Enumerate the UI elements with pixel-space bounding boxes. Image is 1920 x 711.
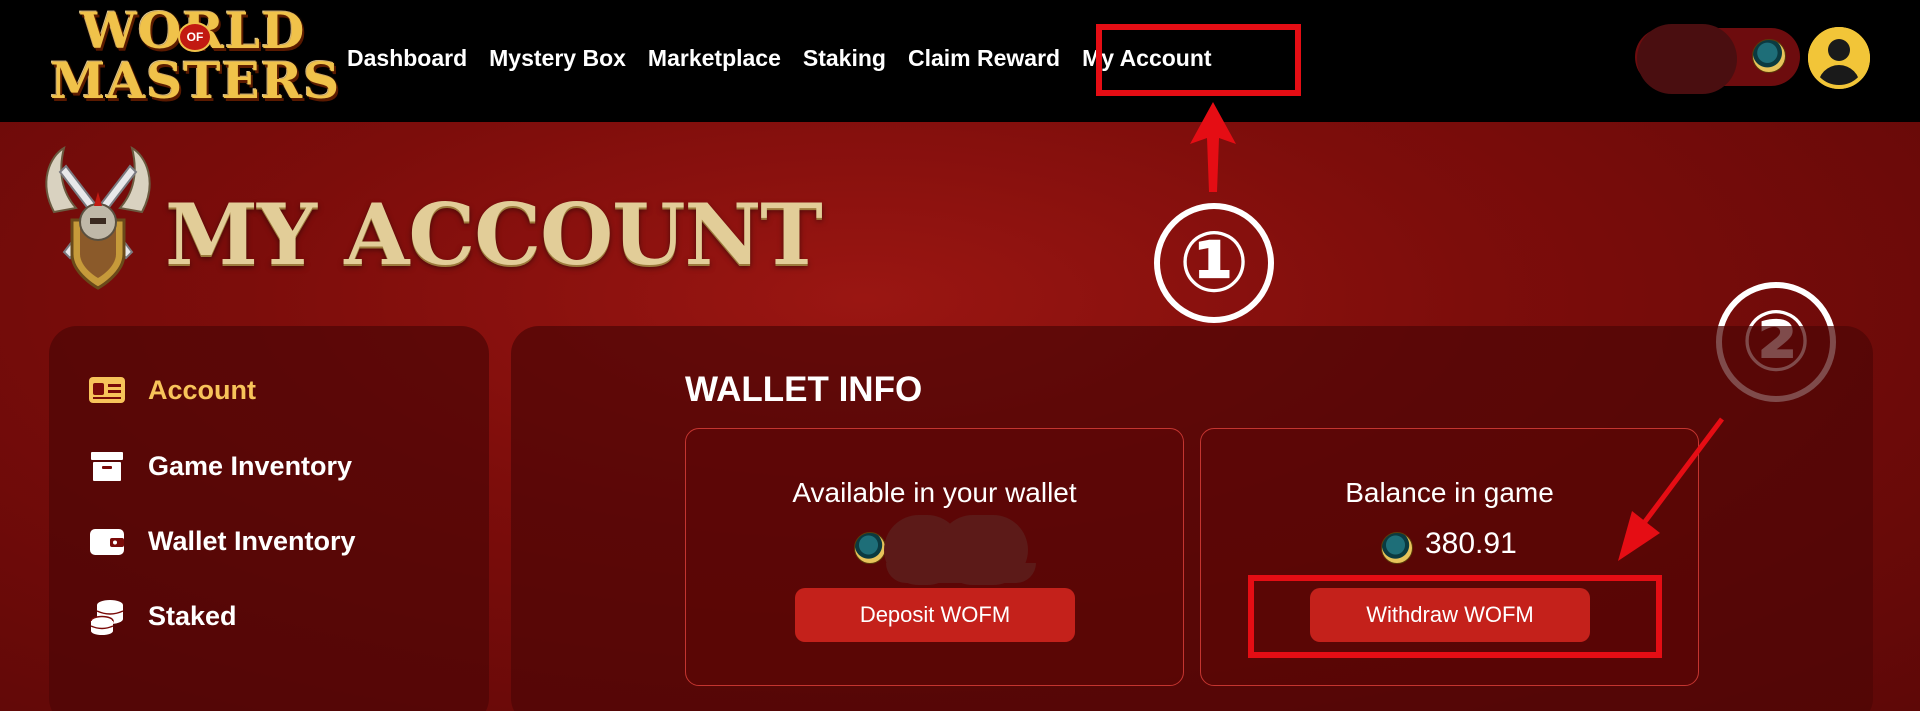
logo-line-masters: MASTERS [50, 51, 341, 110]
coin-stack-icon [90, 600, 124, 635]
sidebar-item-wallet-inventory[interactable]: Wallet Inventory [88, 522, 356, 560]
sidebar-item-staked[interactable]: Staked [88, 597, 237, 635]
page-title: MY ACCOUNT [165, 185, 823, 284]
header-wallet-redacted [1637, 24, 1737, 94]
wallet-available-card: Available in your wallet Deposit WOFM [685, 428, 1184, 686]
nav-dashboard[interactable]: Dashboard [347, 45, 467, 72]
wofm-coin-icon [1381, 532, 1413, 564]
nav-mystery-box[interactable]: Mystery Box [489, 45, 626, 72]
avatar-ring [1808, 27, 1870, 89]
wofm-coin-icon [854, 532, 886, 564]
wofm-coin-icon [1752, 39, 1786, 73]
balance-in-game-value: 380.91 [1425, 527, 1517, 560]
annotation-arrow-diagonal [1618, 417, 1724, 561]
annotation-step-1: ① [1154, 203, 1274, 323]
annotation-highlight-my-account [1096, 24, 1301, 96]
wallet-available-label: Available in your wallet [792, 477, 1077, 508]
world-of-masters-logo[interactable]: WORLD OF MASTERS [50, 4, 341, 112]
nav-marketplace[interactable]: Marketplace [648, 45, 781, 72]
crossed-swords-shield-emblem-icon [45, 145, 151, 290]
nav-staking[interactable]: Staking [803, 45, 886, 72]
sidebar-item-label: Game Inventory [148, 450, 353, 481]
archive-box-icon [91, 452, 123, 481]
nav-claim-reward[interactable]: Claim Reward [908, 45, 1060, 72]
deposit-wofm-button[interactable]: Deposit WOFM [795, 588, 1075, 642]
sidebar-item-account[interactable]: Account [88, 371, 256, 409]
annotation-highlight-withdraw [1248, 575, 1662, 658]
wallet-amount-redacted [886, 563, 1036, 583]
sidebar-item-label: Wallet Inventory [148, 525, 356, 556]
annotation-arrow-up [1190, 102, 1236, 192]
sidebar-item-label: Staked [148, 600, 237, 631]
sidebar-item-label: Account [148, 374, 256, 405]
main-nav: Dashboard Mystery Box Marketplace Stakin… [347, 0, 1212, 116]
logo-of-badge: OF [178, 22, 212, 52]
sidebar-item-game-inventory[interactable]: Game Inventory [88, 447, 352, 485]
wallet-icon [90, 529, 124, 555]
wallet-info-title: WALLET INFO [685, 370, 923, 409]
id-card-icon [89, 377, 125, 403]
